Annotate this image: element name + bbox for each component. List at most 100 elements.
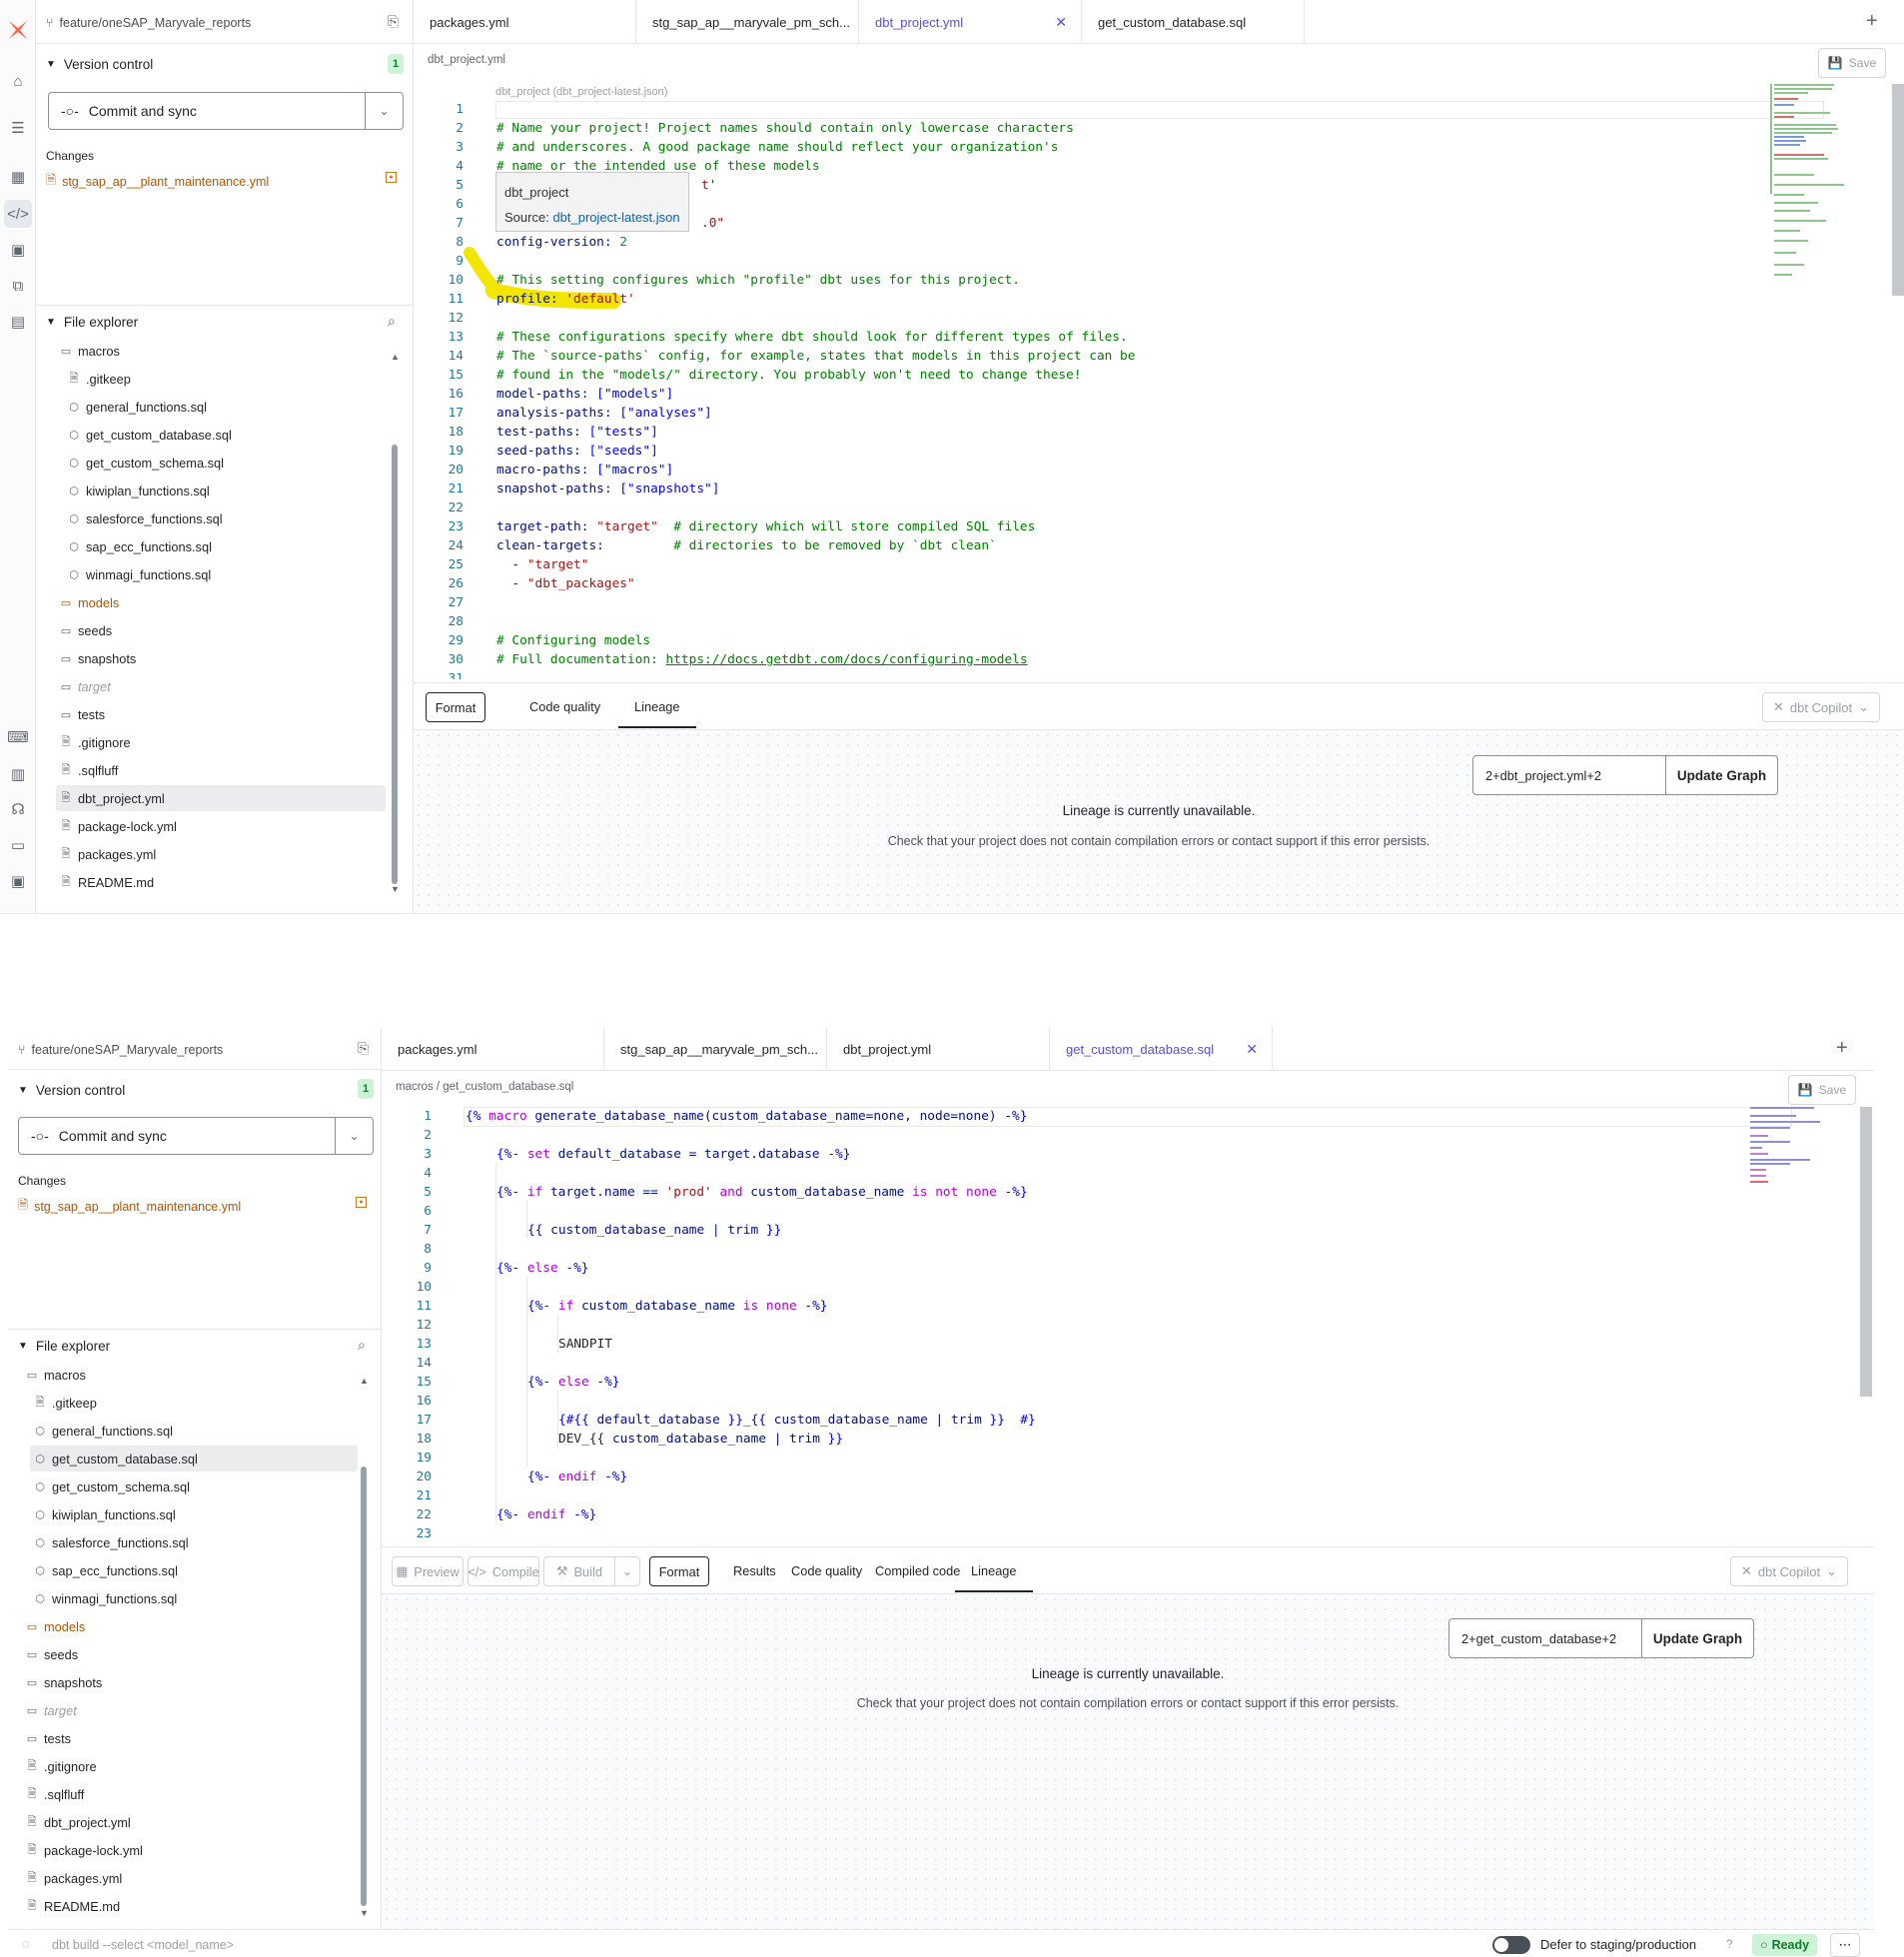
file-kiwiplan-functions[interactable]: ⬡ kiwiplan_functions.sql bbox=[68, 478, 210, 503]
tab-packages[interactable]: packages.yml bbox=[382, 1027, 604, 1071]
sidebar-scrollbar[interactable] bbox=[392, 445, 398, 884]
file-explorer-header[interactable]: ▼ File explorer bbox=[18, 1339, 110, 1354]
folder-tests[interactable]: ▭ tests bbox=[26, 1725, 71, 1751]
file-get-custom-database[interactable]: ⬡ get_custom_database.sql bbox=[68, 422, 232, 448]
file-winmagi-functions[interactable]: ⬡ winmagi_functions.sql bbox=[34, 1585, 177, 1611]
catalog-icon[interactable]: ☰ bbox=[8, 118, 28, 138]
folder-macros[interactable]: ▭ macros bbox=[60, 338, 120, 364]
folder-models[interactable]: ▭ models bbox=[26, 1613, 85, 1639]
tab-code-quality[interactable]: Code quality bbox=[529, 699, 600, 714]
chevron-down-icon[interactable]: ⌄ bbox=[335, 1118, 373, 1154]
scroll-up-arrow-icon[interactable]: ▲ bbox=[360, 1376, 369, 1386]
format-button[interactable]: Format bbox=[426, 692, 485, 722]
schema-source-link[interactable]: dbt_project-latest.json bbox=[552, 210, 679, 225]
file-gitkeep[interactable]: 🗎 .gitkeep bbox=[34, 1390, 97, 1416]
close-icon[interactable]: ✕ bbox=[1055, 14, 1067, 31]
editor-scrollbar[interactable] bbox=[1860, 1107, 1872, 1397]
file-get-custom-schema[interactable]: ⬡ get_custom_schema.sql bbox=[68, 450, 224, 476]
dbt-logo-icon[interactable] bbox=[6, 18, 30, 42]
tab-dbt-project[interactable]: dbt_project.yml ✕ bbox=[859, 0, 1082, 44]
command-input[interactable]: dbt build --select <model_name> bbox=[48, 1934, 547, 1956]
changed-file-item[interactable]: 🗎 stg_sap_ap__plant_maintenance.yml bbox=[46, 171, 269, 192]
file-winmagi-functions[interactable]: ⬡ winmagi_functions.sql bbox=[68, 561, 211, 587]
jobs-icon[interactable]: ▣ bbox=[8, 240, 28, 260]
preview-button[interactable]: ▦ Preview bbox=[392, 1556, 464, 1586]
commit-and-sync-button[interactable]: -○- Commit and sync ⌄ bbox=[18, 1117, 374, 1155]
folder-target[interactable]: ▭ target bbox=[60, 673, 111, 699]
copy-icon[interactable]: ⎘ bbox=[388, 13, 399, 30]
tab-lineage[interactable]: Lineage bbox=[618, 699, 695, 728]
file-sqlfluff[interactable]: 🗎 .sqlfluff bbox=[26, 1781, 85, 1807]
compile-button[interactable]: </> Compile bbox=[468, 1556, 539, 1586]
file-readme[interactable]: 🗎 README.md bbox=[26, 1893, 121, 1919]
changed-file-item[interactable]: 🗎 stg_sap_ap__plant_maintenance.yml bbox=[18, 1196, 241, 1217]
branch-indicator[interactable]: ⑂ feature/oneSAP_Maryvale_reports bbox=[18, 1043, 223, 1057]
scroll-down-arrow-icon[interactable]: ▼ bbox=[360, 1908, 369, 1918]
folder-target[interactable]: ▭ target bbox=[26, 1697, 77, 1723]
terminal-icon[interactable]: ⌨ bbox=[7, 727, 29, 747]
commit-and-sync-button[interactable]: -○- Commit and sync ⌄ bbox=[48, 92, 404, 130]
file-dbt-project[interactable]: 🗎 dbt_project.yml bbox=[56, 785, 386, 811]
tab-lineage[interactable]: Lineage bbox=[955, 1563, 1032, 1592]
tab-get-custom-database[interactable]: get_custom_database.sql bbox=[1082, 0, 1305, 44]
file-readme[interactable]: 🗎 README.md bbox=[60, 869, 155, 895]
more-options-icon[interactable]: ⋯ bbox=[1830, 1933, 1860, 1957]
file-kiwiplan-functions[interactable]: ⬡ kiwiplan_functions.sql bbox=[34, 1501, 176, 1527]
lineage-selector-input[interactable]: 2+dbt_project.yml+2 bbox=[1472, 755, 1666, 795]
defer-toggle[interactable] bbox=[1492, 1936, 1530, 1954]
folder-seeds[interactable]: ▭ seeds bbox=[60, 617, 112, 643]
deploy-icon[interactable]: ⧉ bbox=[8, 276, 28, 296]
file-salesforce-functions[interactable]: ⬡ salesforce_functions.sql bbox=[68, 505, 222, 531]
build-button[interactable]: ⚒ Build bbox=[543, 1556, 615, 1586]
branch-indicator[interactable]: ⑂ feature/oneSAP_Maryvale_reports bbox=[46, 16, 251, 30]
dbt-copilot-button[interactable]: ✕ dbt Copilot ⌄ bbox=[1762, 692, 1880, 722]
update-graph-button[interactable]: Update Graph bbox=[1642, 1618, 1754, 1658]
file-package-lock[interactable]: 🗎 package-lock.yml bbox=[26, 1837, 143, 1863]
file-general-functions[interactable]: ⬡ general_functions.sql bbox=[68, 394, 207, 420]
file-salesforce-functions[interactable]: ⬡ salesforce_functions.sql bbox=[34, 1529, 188, 1555]
tab-results[interactable]: Results bbox=[733, 1563, 776, 1578]
add-tab-icon[interactable]: + bbox=[1836, 1037, 1848, 1060]
file-packages[interactable]: 🗎 packages.yml bbox=[60, 841, 157, 867]
code-editor-icon[interactable]: </> bbox=[4, 200, 32, 228]
file-dbt-project[interactable]: 🗎 dbt_project.yml bbox=[26, 1809, 131, 1835]
folder-snapshots[interactable]: ▭ snapshots bbox=[60, 645, 137, 671]
documentation-link[interactable]: https://docs.getdbt.com/docs/configuring… bbox=[666, 652, 1028, 667]
home-icon[interactable]: ⌂ bbox=[8, 71, 28, 91]
grid-icon[interactable]: ▦ bbox=[8, 167, 28, 187]
tab-stg-maryvale[interactable]: stg_sap_ap__maryvale_pm_sch... bbox=[636, 0, 859, 44]
scroll-up-arrow-icon[interactable]: ▲ bbox=[391, 352, 400, 362]
docs-icon[interactable]: ▤ bbox=[8, 312, 28, 332]
version-control-header[interactable]: ▼ Version control bbox=[18, 1083, 125, 1098]
support-icon[interactable]: ☊ bbox=[8, 799, 28, 819]
file-general-functions[interactable]: ⬡ general_functions.sql bbox=[34, 1418, 173, 1444]
file-gitignore[interactable]: 🗎 .gitignore bbox=[60, 729, 131, 755]
copy-icon[interactable]: ⎘ bbox=[358, 1040, 369, 1057]
build-options-dropdown[interactable]: ⌄ bbox=[614, 1556, 640, 1586]
scroll-down-arrow-icon[interactable]: ▼ bbox=[391, 884, 400, 894]
help-icon[interactable]: ? bbox=[1726, 1937, 1733, 1951]
folder-snapshots[interactable]: ▭ snapshots bbox=[26, 1669, 103, 1695]
tab-packages[interactable]: packages.yml bbox=[414, 0, 636, 44]
version-control-header[interactable]: ▼ Version control bbox=[46, 57, 153, 72]
dbt-copilot-button[interactable]: ✕ dbt Copilot ⌄ bbox=[1730, 1556, 1848, 1586]
file-sqlfluff[interactable]: 🗎 .sqlfluff bbox=[60, 757, 119, 783]
file-sap-ecc-functions[interactable]: ⬡ sap_ecc_functions.sql bbox=[68, 533, 212, 559]
search-icon[interactable]: ⌕ bbox=[388, 313, 396, 330]
tab-code-quality[interactable]: Code quality bbox=[791, 1563, 862, 1578]
file-gitkeep[interactable]: 🗎 .gitkeep bbox=[68, 366, 131, 392]
file-packages[interactable]: 🗎 packages.yml bbox=[26, 1865, 123, 1891]
sidebar-scrollbar[interactable] bbox=[361, 1467, 367, 1906]
tab-get-custom-database[interactable]: get_custom_database.sql ✕ bbox=[1050, 1027, 1273, 1071]
file-explorer-header[interactable]: ▼ File explorer bbox=[46, 315, 138, 330]
tab-stg-maryvale[interactable]: stg_sap_ap__maryvale_pm_sch... bbox=[604, 1027, 827, 1071]
update-graph-button[interactable]: Update Graph bbox=[1666, 755, 1778, 795]
archive-icon[interactable]: ▭ bbox=[8, 835, 28, 855]
chevron-down-icon[interactable]: ⌄ bbox=[365, 93, 403, 129]
add-tab-icon[interactable]: + bbox=[1866, 10, 1878, 33]
close-icon[interactable]: ✕ bbox=[1246, 1041, 1258, 1058]
folder-models[interactable]: ▭ models bbox=[60, 589, 119, 615]
format-button[interactable]: Format bbox=[649, 1556, 709, 1586]
folder-seeds[interactable]: ▭ seeds bbox=[26, 1641, 78, 1667]
file-sap-ecc-functions[interactable]: ⬡ sap_ecc_functions.sql bbox=[34, 1557, 178, 1583]
